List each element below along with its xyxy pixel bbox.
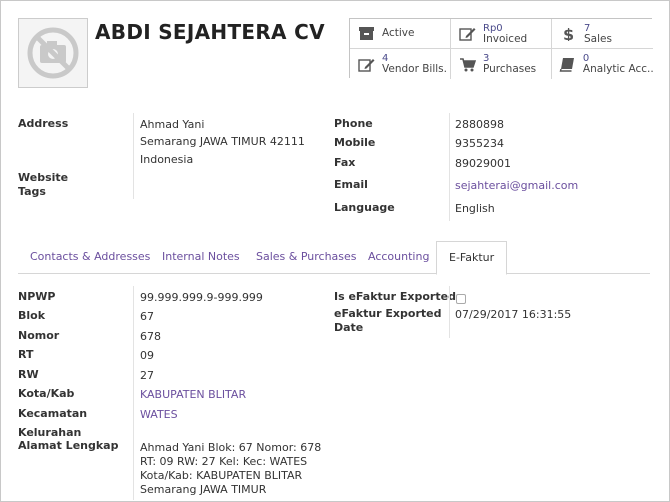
partner-avatar[interactable]	[18, 18, 88, 88]
npwp-value: 99.999.999.9-999.999	[140, 291, 263, 304]
purchases-label: Purchases	[483, 63, 537, 75]
archive-icon	[356, 25, 376, 43]
tab-efaktur[interactable]: E-Faktur	[436, 241, 508, 275]
vendor-bills-button[interactable]: 4 Vendor Bills.	[350, 49, 451, 79]
invoiced-value: Rp0	[483, 22, 503, 34]
kecamatan-link[interactable]: WATES	[140, 408, 178, 421]
analytic-accounts-button[interactable]: 0 Analytic Acc...	[552, 49, 653, 79]
rt-label: RT	[18, 348, 34, 361]
efaktur-right-divider	[449, 286, 450, 338]
blok-label: Blok	[18, 309, 46, 322]
efaktur-exported-checkbox[interactable]	[456, 294, 466, 304]
smart-button-box: Active Rp0 Invoiced $ 7 Sales 4 Vendor Bill…	[349, 18, 653, 79]
efaktur-exported-date-label: eFaktur Exported	[334, 307, 442, 320]
kelurahan-label: Kelurahan	[18, 426, 82, 439]
active-toggle-button[interactable]: Active	[350, 19, 451, 49]
phone-value: 2880898	[455, 118, 504, 131]
tab-accounting[interactable]: Accounting	[356, 241, 441, 274]
mobile-label: Mobile	[334, 136, 376, 149]
efaktur-exported-date-label-2: Date	[334, 321, 364, 334]
efaktur-exported-label: Is eFaktur Exported	[334, 290, 456, 303]
invoiced-label: Invoiced	[483, 32, 528, 45]
kota-label: Kota/Kab	[18, 387, 75, 400]
alamat-line-1: Ahmad Yani Blok: 67 Nomor: 678	[140, 441, 322, 454]
alamat-line-3: Kota/Kab: KABUPATEN BLITAR	[140, 469, 303, 482]
address-divider	[133, 113, 134, 199]
sales-button[interactable]: $ 7 Sales	[552, 19, 653, 49]
email-label: Email	[334, 178, 368, 191]
rw-label: RW	[18, 368, 39, 381]
alamat-line-2: RT: 09 RW: 27 Kel: Kec: WATES	[140, 455, 308, 468]
tags-label: Tags	[18, 185, 46, 198]
dollar-icon: $	[558, 25, 578, 43]
cart-icon	[457, 55, 477, 73]
notebook-tabs: Contacts & Addresses Internal Notes Sale…	[18, 241, 650, 275]
website-label: Website	[18, 171, 69, 184]
mobile-value: 9355234	[455, 137, 504, 150]
address-label: Address	[18, 117, 69, 130]
purchases-button[interactable]: 3 Purchases	[451, 49, 552, 79]
tab-sales-purchases[interactable]: Sales & Purchases	[244, 241, 369, 274]
fax-label: Fax	[334, 156, 356, 169]
address-country: Indonesia	[140, 153, 194, 166]
rw-value: 27	[140, 369, 154, 382]
sales-label: Sales	[584, 32, 612, 45]
address-street: Ahmad Yani	[140, 118, 205, 131]
vendor-bills-label: Vendor Bills.	[382, 63, 447, 75]
edit-icon	[356, 55, 376, 73]
kota-link[interactable]: KABUPATEN BLITAR	[140, 388, 246, 401]
book-icon	[558, 55, 577, 73]
address-city-state-zip: Semarang JAWA TIMUR 42111	[140, 135, 305, 148]
npwp-label: NPWP	[18, 290, 56, 303]
no-image-camera-icon	[27, 27, 79, 79]
language-label: Language	[334, 201, 395, 214]
active-label: Active	[382, 28, 415, 39]
fax-value: 89029001	[455, 157, 511, 170]
tab-internal-notes[interactable]: Internal Notes	[150, 241, 252, 274]
tab-contacts-addresses[interactable]: Contacts & Addresses	[18, 241, 162, 274]
rt-value: 09	[140, 349, 154, 362]
blok-value: 67	[140, 310, 154, 323]
partner-name: ABDI SEJAHTERA CV	[95, 20, 325, 44]
kecamatan-label: Kecamatan	[18, 407, 88, 420]
nomor-value: 678	[140, 330, 161, 343]
analytic-accounts-label: Analytic Acc...	[582, 63, 653, 75]
sales-value: 7	[584, 22, 591, 34]
invoiced-button[interactable]: Rp0 Invoiced	[451, 19, 552, 49]
alamat-line-4: Semarang JAWA TIMUR	[140, 483, 267, 496]
contact-divider	[449, 113, 450, 221]
phone-label: Phone	[334, 117, 373, 130]
email-link[interactable]: sejahterai@gmail.com	[455, 179, 578, 192]
efaktur-exported-date-value: 07/29/2017 16:31:55	[455, 308, 572, 321]
svg-text:$: $	[563, 26, 574, 41]
language-value: English	[455, 202, 495, 215]
nomor-label: Nomor	[18, 329, 60, 342]
efaktur-left-divider	[133, 286, 134, 500]
edit-icon	[457, 25, 477, 43]
alamat-lengkap-label: Alamat Lengkap	[18, 439, 119, 452]
